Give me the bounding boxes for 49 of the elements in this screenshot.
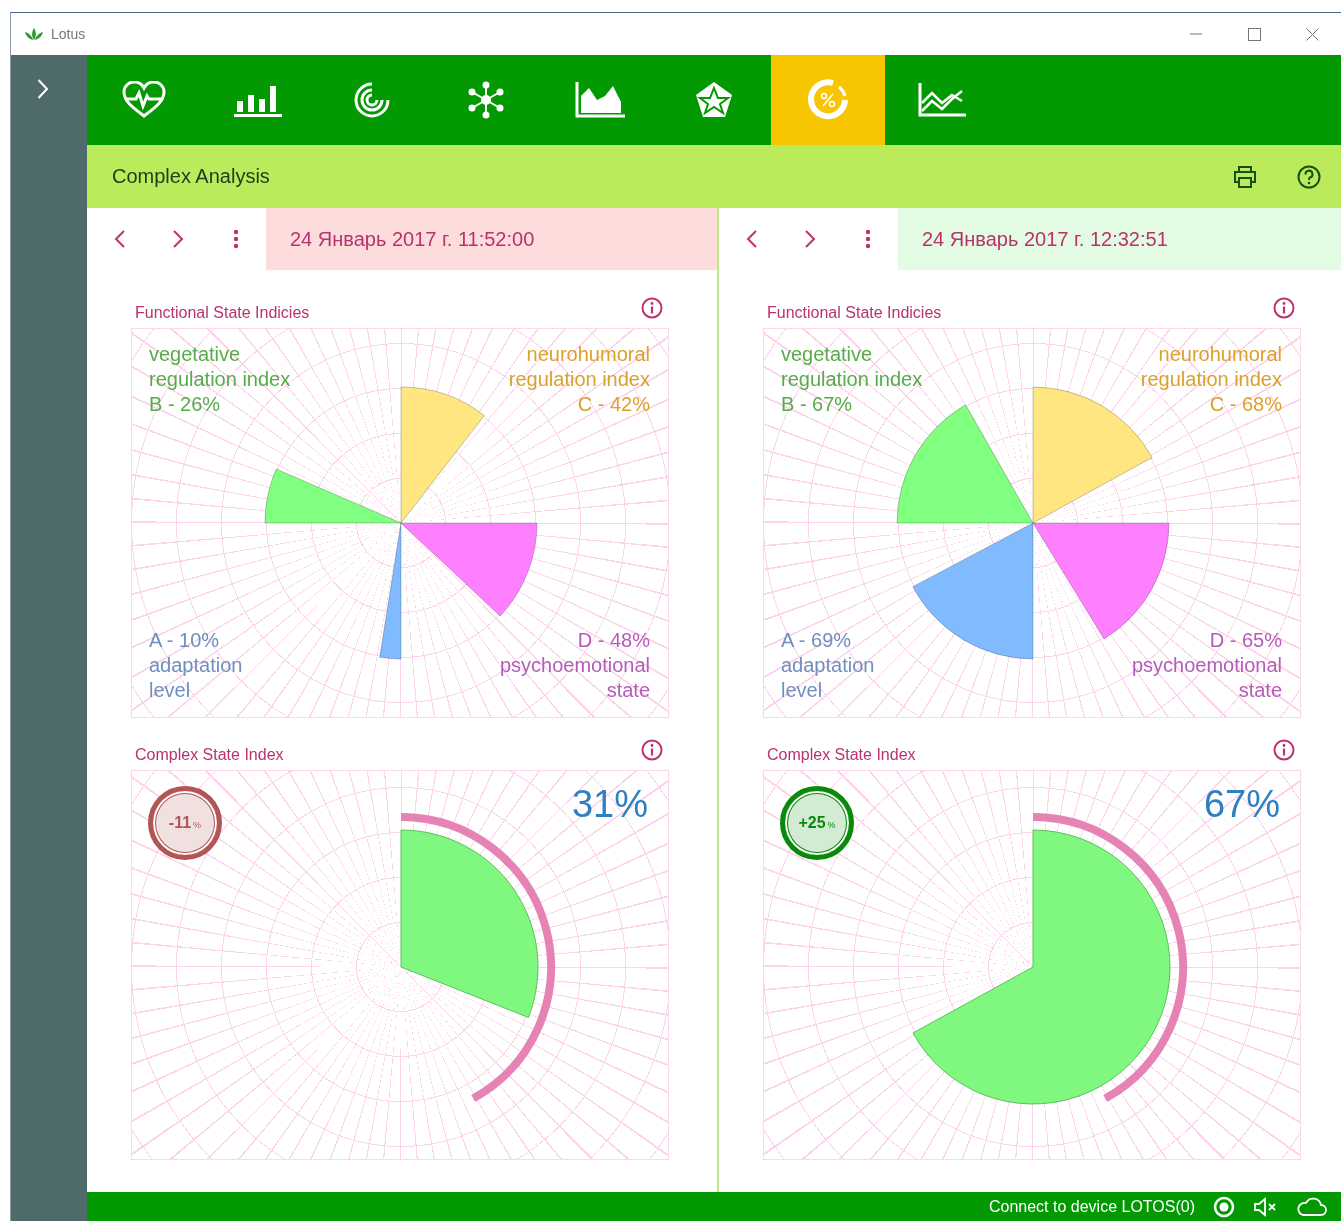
help-icon bbox=[1297, 164, 1321, 189]
index-value: 67% bbox=[1203, 783, 1280, 826]
chevron-left-icon bbox=[746, 229, 758, 249]
change-badge: -11% bbox=[148, 786, 222, 860]
index-label: vegetative regulation index B - 26% bbox=[149, 342, 291, 417]
chevron-right-icon bbox=[172, 229, 184, 249]
close-icon bbox=[1305, 27, 1319, 41]
section-title: Complex State Index bbox=[766, 746, 916, 764]
area-chart-icon bbox=[575, 82, 625, 118]
info-icon bbox=[641, 297, 663, 319]
connection-status: Connect to device LOTOS(0) bbox=[988, 1197, 1195, 1216]
spiral-icon bbox=[352, 80, 392, 120]
printer-icon bbox=[1233, 165, 1257, 188]
more-icon bbox=[233, 229, 239, 249]
date-display: 24 Январь 2017 г. 11:52:00 bbox=[266, 208, 717, 270]
heart-pulse-icon bbox=[122, 81, 166, 119]
index-label: neurohumoral regulation index C - 68% bbox=[1140, 342, 1282, 417]
date-display: 24 Январь 2017 г. 12:32:51 bbox=[898, 208, 1341, 270]
section-title: Functional State Indicies bbox=[134, 304, 310, 322]
index-value: 31% bbox=[571, 783, 648, 826]
maximize-icon bbox=[1247, 27, 1261, 41]
page-title: Complex Analysis bbox=[112, 165, 270, 188]
chevron-right-icon bbox=[804, 229, 816, 249]
bar-chart-icon bbox=[234, 83, 282, 117]
cloud-icon[interactable] bbox=[1295, 1196, 1327, 1217]
index-label: D - 65% psychoemotional state bbox=[1131, 628, 1282, 703]
percent-icon bbox=[807, 79, 849, 121]
index-label: A - 10% adaptation level bbox=[149, 628, 243, 703]
index-label: A - 69% adaptation level bbox=[781, 628, 875, 703]
info-icon bbox=[1273, 739, 1295, 761]
record-icon[interactable] bbox=[1213, 1195, 1235, 1218]
network-icon bbox=[467, 81, 505, 119]
chevron-right-icon bbox=[37, 79, 49, 99]
minimize-icon bbox=[1189, 33, 1203, 35]
pentagon-icon bbox=[694, 80, 734, 120]
index-label: neurohumoral regulation index C - 42% bbox=[508, 342, 650, 417]
index-label: D - 48% psychoemotional state bbox=[499, 628, 650, 703]
index-label: vegetative regulation index B - 67% bbox=[781, 342, 923, 417]
change-badge: +25% bbox=[780, 786, 854, 860]
chevron-left-icon bbox=[114, 229, 126, 249]
lotus-logo-icon bbox=[25, 28, 43, 40]
info-icon bbox=[1273, 297, 1295, 319]
more-icon bbox=[865, 229, 871, 249]
section-title: Complex State Index bbox=[134, 746, 284, 764]
section-title: Functional State Indicies bbox=[766, 304, 942, 322]
line-chart-icon bbox=[918, 83, 966, 117]
window-title: Lotus bbox=[51, 26, 86, 42]
info-icon bbox=[641, 739, 663, 761]
mute-icon[interactable] bbox=[1253, 1196, 1277, 1217]
